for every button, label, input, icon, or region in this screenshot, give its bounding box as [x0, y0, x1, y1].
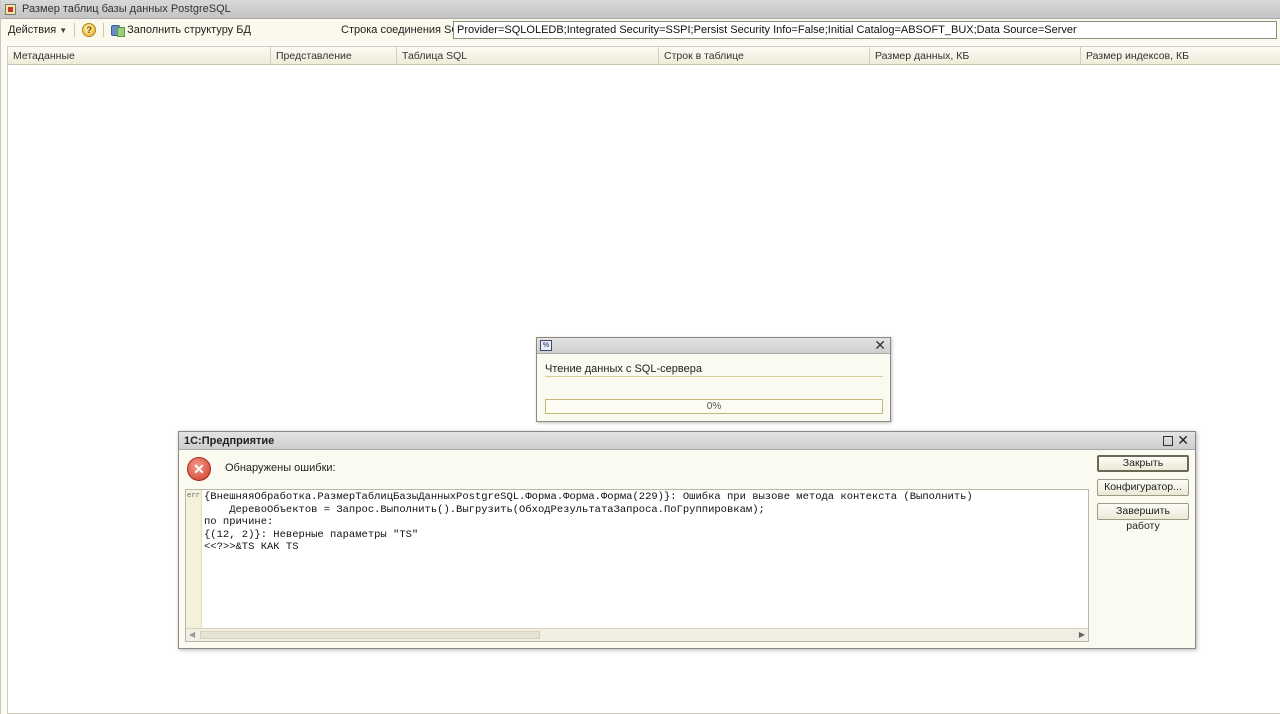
error-dialog: 1С:Предприятие ✕ ✕ Обнаружены ошибки: er… [178, 431, 1196, 649]
divider [545, 376, 883, 377]
error-line: {ВнешняяОбработка.РазмерТаблицБазыДанных… [204, 491, 973, 503]
error-message-body: {ВнешняяОбработка.РазмерТаблицБазыДанных… [204, 491, 973, 554]
database-structure-icon [111, 24, 126, 37]
chevron-down-icon: ▼ [59, 25, 68, 35]
help-icon: ? [82, 23, 97, 37]
progress-message: Чтение данных с SQL-сервера [545, 363, 702, 375]
error-line: ДеревоОбъектов = Запрос.Выполнить().Выгр… [204, 503, 765, 516]
column-header-data-size[interactable]: Размер данных, КБ [870, 47, 1081, 65]
configurator-button[interactable]: Конфигуратор... [1097, 479, 1189, 496]
scrollbar-thumb[interactable] [200, 631, 540, 639]
scroll-left-icon[interactable]: ◀ [189, 629, 195, 641]
error-line: {(12, 2)}: Неверные параметры "TS" [204, 528, 419, 541]
connection-string-label: Строка соединения SQL: [341, 24, 470, 36]
progress-percent: 0% [706, 401, 722, 412]
progress-dialog: % ✕ Чтение данных с SQL-сервера 0% [536, 337, 891, 422]
toolbar-separator [103, 23, 105, 37]
connection-string-input[interactable]: Provider=SQLOLEDB;Integrated Security=SS… [453, 21, 1277, 39]
column-header-metadata[interactable]: Метаданные [8, 47, 271, 65]
error-line: по причине: [204, 516, 274, 528]
progress-dialog-titlebar: % ✕ [537, 338, 890, 354]
error-icon: ✕ [187, 457, 211, 481]
close-icon[interactable]: ✕ [874, 338, 886, 353]
error-text-area[interactable]: err {ВнешняяОбработка.РазмерТаблицБазыДа… [185, 489, 1089, 642]
column-header-presentation[interactable]: Представление [271, 47, 397, 65]
actions-menu-button[interactable]: Действия ▼ [5, 21, 70, 39]
error-dialog-titlebar: 1С:Предприятие ✕ [179, 432, 1195, 450]
toolbar-separator [74, 23, 76, 37]
maximize-icon[interactable] [1163, 436, 1173, 446]
column-header-row-count[interactable]: Строк в таблице [659, 47, 870, 65]
table-header: Метаданные Представление Таблица SQL Стр… [8, 47, 1280, 65]
window-title: Размер таблиц базы данных PostgreSQL [22, 3, 231, 15]
fill-structure-button[interactable]: Заполнить структуру БД [108, 21, 254, 39]
close-icon[interactable]: ✕ [1177, 432, 1189, 449]
fill-structure-label: Заполнить структуру БД [127, 24, 251, 36]
app-icon [5, 3, 16, 15]
percent-icon: % [540, 340, 552, 351]
help-button[interactable]: ? [79, 21, 99, 39]
error-marker-icon: err [187, 491, 200, 499]
horizontal-scrollbar[interactable]: ◀ ▶ [186, 628, 1088, 641]
column-header-index-size[interactable]: Размер индексов, КБ [1081, 47, 1280, 65]
finish-work-button[interactable]: Завершить работу [1097, 503, 1189, 532]
scroll-right-icon[interactable]: ▶ [1079, 629, 1085, 641]
close-button[interactable]: Закрыть [1097, 455, 1189, 472]
progress-bar: 0% [545, 399, 883, 414]
error-header: Обнаружены ошибки: [225, 462, 336, 474]
column-header-sql-table[interactable]: Таблица SQL [397, 47, 659, 65]
error-line: <<?>>&TS КАК TS [204, 541, 299, 553]
error-dialog-title: 1С:Предприятие [184, 435, 275, 447]
window-titlebar: Размер таблиц базы данных PostgreSQL [1, 0, 1280, 19]
error-gutter: err [186, 490, 202, 629]
actions-menu-label: Действия [8, 24, 57, 36]
